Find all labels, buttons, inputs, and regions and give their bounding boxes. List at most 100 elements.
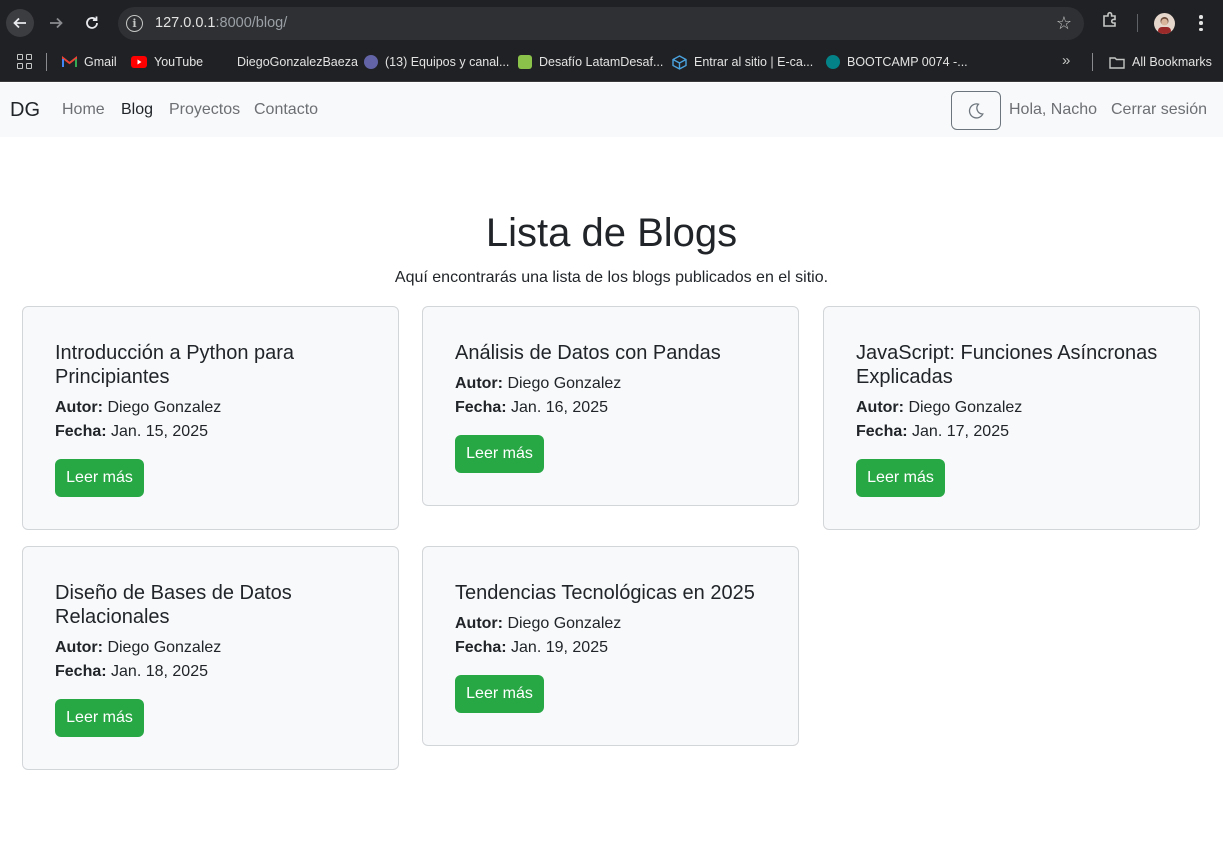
bookmark-label: Entrar al sitio | E-ca... <box>694 55 814 69</box>
url-text[interactable]: 127.0.0.1:8000/blog/ <box>155 15 287 31</box>
cube-icon <box>672 54 687 70</box>
reload-icon <box>86 16 98 29</box>
blog-card-author: Autor: Diego Gonzalez <box>55 639 221 657</box>
bookmark-label: DiegoGonzalezBaeza <box>237 55 358 69</box>
blog-card-title: Diseño de Bases de Datos Relacionales <box>55 582 292 628</box>
bookmarks-divider <box>1092 53 1093 71</box>
url-host: 127.0.0.1 <box>155 15 216 31</box>
brand-logo[interactable]: DG <box>10 99 40 122</box>
blog-card-author: Autor: Diego Gonzalez <box>55 399 221 417</box>
bookmark-label: (13) Equipos y canal... <box>385 55 510 69</box>
date-label: Fecha: <box>55 423 107 440</box>
reload-button[interactable] <box>78 9 106 37</box>
folder-icon <box>1109 56 1125 69</box>
bookmark-label: Desafío LatamDesaf... <box>539 55 664 69</box>
blog-card-title: JavaScript: Funciones Asíncronas Explica… <box>856 342 1158 388</box>
date-label: Fecha: <box>455 399 507 416</box>
date-value: Jan. 16, 2025 <box>511 399 608 416</box>
user-greeting: Hola, Nacho <box>1009 101 1098 118</box>
blog-card-date: Fecha: Jan. 18, 2025 <box>55 663 208 681</box>
bookmarks-bar: Gmail YouTube DiegoGonzalezBaeza (13) Eq… <box>0 46 1223 82</box>
toolbar-divider <box>1137 14 1138 32</box>
blog-card-date: Fecha: Jan. 17, 2025 <box>856 423 1009 441</box>
logout-link[interactable]: Cerrar sesión <box>1111 101 1207 119</box>
date-label: Fecha: <box>455 639 507 656</box>
blog-card-date: Fecha: Jan. 15, 2025 <box>55 423 208 441</box>
more-bookmarks-icon[interactable]: » <box>1062 52 1070 69</box>
nav-link-blog[interactable]: Blog <box>121 101 153 119</box>
back-button[interactable] <box>6 9 34 37</box>
profile-avatar[interactable] <box>1154 13 1175 34</box>
nav-link-proyectos[interactable]: Proyectos <box>169 101 240 119</box>
blog-card-author: Autor: Diego Gonzalez <box>455 615 621 633</box>
blog-card-title: Tendencias Tecnológicas en 2025 <box>455 582 755 604</box>
blog-card: Tendencias Tecnológicas en 2025 Autor: D… <box>422 546 799 746</box>
blog-card-author: Autor: Diego Gonzalez <box>455 375 621 393</box>
author-value: Diego Gonzalez <box>507 615 622 632</box>
arrow-left-icon <box>13 17 26 29</box>
bookmark-teams[interactable]: (13) Equipos y canal... <box>364 46 509 78</box>
theme-toggle-button[interactable] <box>951 91 1001 130</box>
read-more-button[interactable]: Leer más <box>55 459 144 497</box>
apps-icon[interactable] <box>17 54 32 69</box>
page-title: Lista de Blogs <box>485 211 738 255</box>
nav-link-contacto[interactable]: Contacto <box>254 101 318 119</box>
bookmark-label: YouTube <box>154 55 204 69</box>
nav-link-home[interactable]: Home <box>62 101 105 119</box>
author-value: Diego Gonzalez <box>107 639 222 656</box>
arrow-right-icon <box>50 17 63 29</box>
date-value: Jan. 15, 2025 <box>111 423 208 440</box>
date-value: Jan. 19, 2025 <box>511 639 608 656</box>
blog-card-author: Autor: Diego Gonzalez <box>856 399 1022 417</box>
address-bar[interactable]: i 127.0.0.1:8000/blog/ ☆ <box>118 7 1084 40</box>
blog-card: Introducción a Python para Principiantes… <box>22 306 399 530</box>
bookmark-desafio[interactable]: Desafío LatamDesaf... <box>518 46 663 78</box>
forward-button[interactable] <box>42 9 70 37</box>
author-label: Autor: <box>55 399 103 416</box>
blog-card-date: Fecha: Jan. 16, 2025 <box>455 399 608 417</box>
blog-card-title: Introducción a Python para Principiantes <box>55 342 295 388</box>
url-path: :8000/blog/ <box>215 15 288 31</box>
blog-card: Análisis de Datos con Pandas Autor: Dieg… <box>422 306 799 506</box>
browser-menu-icon[interactable] <box>1194 12 1208 34</box>
bookmark-ecampus[interactable]: Entrar al sitio | E-ca... <box>672 46 813 78</box>
read-more-button[interactable]: Leer más <box>455 675 544 713</box>
bookmarks-divider <box>46 53 47 71</box>
author-value: Diego Gonzalez <box>107 399 222 416</box>
site-info-icon[interactable]: i <box>126 15 143 32</box>
read-more-button[interactable]: Leer más <box>856 459 945 497</box>
author-label: Autor: <box>856 399 904 416</box>
read-more-button[interactable]: Leer más <box>55 699 144 737</box>
author-label: Autor: <box>55 639 103 656</box>
date-value: Jan. 17, 2025 <box>912 423 1009 440</box>
page-subtitle: Aquí encontrarás una lista de los blogs … <box>394 269 829 286</box>
gmail-icon <box>62 56 77 67</box>
date-label: Fecha: <box>856 423 908 440</box>
youtube-icon <box>131 56 147 68</box>
blog-card: Diseño de Bases de Datos Relacionales Au… <box>22 546 399 770</box>
all-bookmarks-button[interactable]: All Bookmarks <box>1109 46 1212 78</box>
extensions-icon[interactable] <box>1100 10 1120 35</box>
bookmark-gmail[interactable]: Gmail <box>62 46 117 78</box>
bookmark-youtube[interactable]: YouTube <box>131 46 203 78</box>
moon-icon <box>968 102 984 119</box>
browser-toolbar: i 127.0.0.1:8000/blog/ ☆ <box>0 0 1223 46</box>
blog-card: JavaScript: Funciones Asíncronas Explica… <box>823 306 1200 530</box>
all-bookmarks-label: All Bookmarks <box>1132 55 1212 69</box>
desafio-icon <box>518 55 532 69</box>
bookmark-diegogonzalezbaeza[interactable]: DiegoGonzalezBaeza <box>237 46 358 78</box>
read-more-button[interactable]: Leer más <box>455 435 544 473</box>
author-label: Autor: <box>455 615 503 632</box>
author-value: Diego Gonzalez <box>507 375 622 392</box>
teams-icon <box>364 55 378 69</box>
blog-card-title: Análisis de Datos con Pandas <box>455 342 721 364</box>
author-value: Diego Gonzalez <box>908 399 1023 416</box>
author-label: Autor: <box>455 375 503 392</box>
sharepoint-icon <box>826 55 840 69</box>
site-navbar: DG Home Blog Proyectos Contacto Hola, Na… <box>0 83 1223 137</box>
bookmark-bootcamp[interactable]: BOOTCAMP 0074 -... <box>826 46 968 78</box>
bookmark-star-icon[interactable]: ☆ <box>1056 13 1072 34</box>
blog-card-date: Fecha: Jan. 19, 2025 <box>455 639 608 657</box>
bookmark-label: BOOTCAMP 0074 -... <box>847 55 968 69</box>
date-value: Jan. 18, 2025 <box>111 663 208 680</box>
